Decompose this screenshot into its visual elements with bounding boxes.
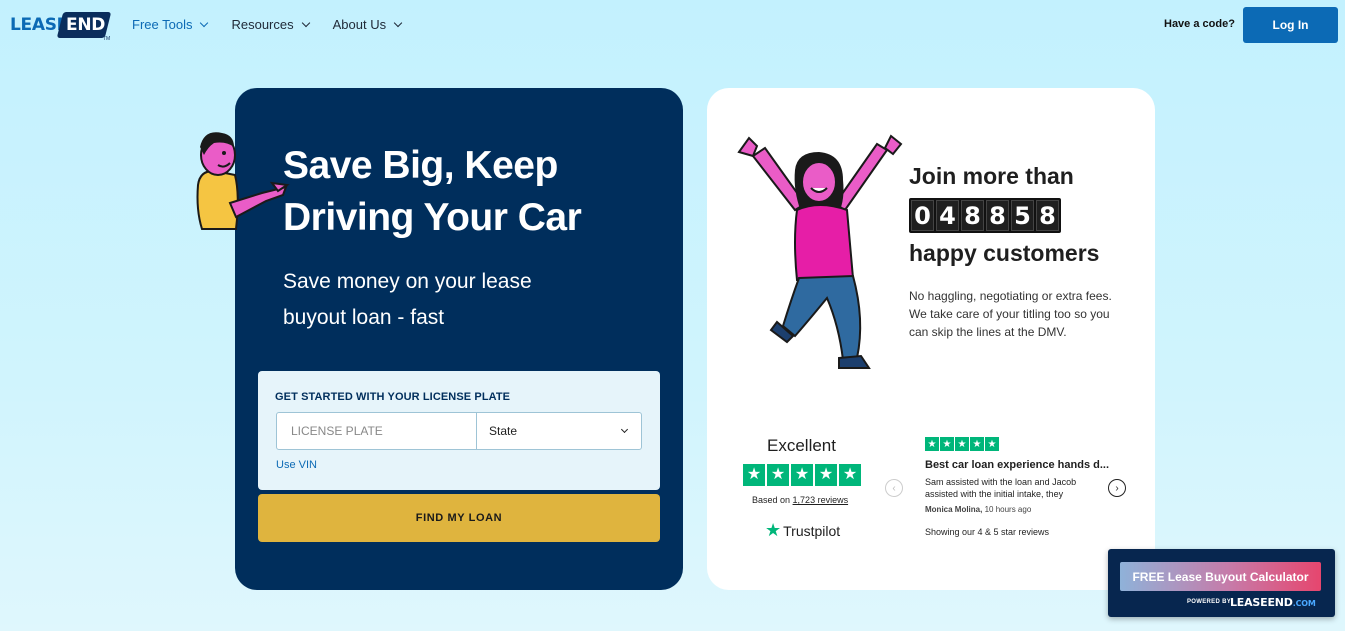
star-icon: ★ xyxy=(815,464,837,486)
state-select[interactable]: State xyxy=(477,413,641,449)
review-author-name: Monica Molina, xyxy=(925,505,983,514)
based-on-prefix: Based on xyxy=(752,495,791,505)
star-icon: ★ xyxy=(985,437,999,451)
widget-brand-logo: LEASEEND.COM xyxy=(1230,596,1316,609)
review-stars: ★ ★ ★ ★ ★ xyxy=(925,437,999,451)
calculator-widget: FREE Lease Buyout Calculator POWERED BY … xyxy=(1108,549,1335,617)
chevron-down-icon xyxy=(200,18,209,28)
chevron-down-icon xyxy=(393,18,403,28)
widget-brand-end: END xyxy=(1267,596,1293,609)
nav-about-us-label: About Us xyxy=(332,17,387,32)
widget-brand-lease: LEASE xyxy=(1230,596,1268,609)
review-time: 10 hours ago xyxy=(984,505,1032,514)
license-plate-form: GET STARTED WITH YOUR LICENSE PLATE Stat… xyxy=(258,371,660,490)
trustpilot-logo[interactable]: ★ Trustpilot xyxy=(765,520,840,541)
chevron-down-icon xyxy=(301,18,310,28)
join-text: Join more than xyxy=(909,163,1074,189)
have-a-code-link[interactable]: Have a code? xyxy=(1164,18,1235,30)
hero-card: Save Big, Keep Driving Your Car Save mon… xyxy=(235,88,683,590)
star-icon: ★ xyxy=(743,464,765,486)
star-icon: ★ xyxy=(955,437,969,451)
trustpilot-logo-text: Trustpilot xyxy=(783,522,841,539)
leaseend-logo[interactable]: LEASE END TM xyxy=(10,12,112,42)
star-icon: ★ xyxy=(970,437,984,451)
chevron-down-icon xyxy=(620,425,629,434)
hero-headline: Save Big, Keep Driving Your Car xyxy=(283,144,582,239)
star-icon: ★ xyxy=(925,437,939,451)
trustpilot-based-on: Based on 1,723 reviews xyxy=(752,495,848,505)
counter-digit: 8 xyxy=(1036,200,1059,231)
chevron-right-icon: › xyxy=(1115,482,1119,494)
star-icon: ★ xyxy=(767,464,789,486)
hero-subhead: Save money on your lease buyout loan - f… xyxy=(283,270,532,329)
review-showing-note: Showing our 4 & 5 star reviews xyxy=(925,527,1050,537)
widget-brand-dotcom: .COM xyxy=(1292,599,1316,608)
review-next-button[interactable]: › xyxy=(1108,479,1126,497)
login-button[interactable]: Log In xyxy=(1243,7,1338,43)
stats-card: Join more than 0 4 8 8 5 8 happy custome… xyxy=(707,88,1155,590)
logo-trademark: TM xyxy=(103,36,111,42)
plate-input-row: State xyxy=(276,412,642,450)
logo-end-text: END xyxy=(66,15,106,35)
counter-digit: 0 xyxy=(911,200,934,231)
plate-form-title: GET STARTED WITH YOUR LICENSE PLATE xyxy=(275,391,511,403)
happy-customers-text: happy customers xyxy=(909,240,1100,266)
chevron-left-icon: ‹ xyxy=(892,482,896,494)
state-select-value: State xyxy=(489,424,518,438)
review-title[interactable]: Best car loan experience hands d... xyxy=(925,459,1110,471)
top-nav-bar: LEASE END TM Free Tools Resources About … xyxy=(0,0,1345,50)
review-author: Monica Molina, 10 hours ago xyxy=(925,505,1031,514)
main-nav: Free Tools Resources About Us xyxy=(132,17,425,32)
nav-resources-label: Resources xyxy=(231,17,294,32)
widget-powered-by: POWERED BY xyxy=(1187,599,1232,605)
customer-counter: 0 4 8 8 5 8 xyxy=(909,198,1061,233)
nav-free-tools-label: Free Tools xyxy=(132,17,193,32)
lease-buyout-calculator-button[interactable]: FREE Lease Buyout Calculator xyxy=(1120,562,1321,591)
review-prev-button[interactable]: ‹ xyxy=(885,479,903,497)
nav-about-us[interactable]: About Us xyxy=(332,17,403,32)
counter-digit: 5 xyxy=(1011,200,1034,231)
trustpilot-star-icon: ★ xyxy=(765,520,782,540)
star-icon: ★ xyxy=(791,464,813,486)
counter-digit: 8 xyxy=(986,200,1009,231)
find-my-loan-button[interactable]: FIND MY LOAN xyxy=(258,494,660,542)
counter-digit: 4 xyxy=(936,200,959,231)
star-icon: ★ xyxy=(839,464,861,486)
counter-digit: 8 xyxy=(961,200,984,231)
trustpilot-stars: ★ ★ ★ ★ ★ xyxy=(743,464,861,486)
review-body: Sam assisted with the loan and Jacob ass… xyxy=(925,477,1077,499)
jumping-woman-illustration xyxy=(737,134,903,369)
review-count-link[interactable]: 1,723 reviews xyxy=(793,495,849,505)
license-plate-input[interactable] xyxy=(277,413,477,449)
star-icon: ★ xyxy=(940,437,954,451)
stats-description: No haggling, negotiating or extra fees. … xyxy=(909,289,1112,339)
nav-resources[interactable]: Resources xyxy=(231,17,310,32)
trustpilot-rating-word: Excellent xyxy=(767,436,836,455)
use-vin-link[interactable]: Use VIN xyxy=(276,459,317,471)
nav-free-tools[interactable]: Free Tools xyxy=(132,17,209,32)
pointing-man-illustration xyxy=(196,132,290,230)
